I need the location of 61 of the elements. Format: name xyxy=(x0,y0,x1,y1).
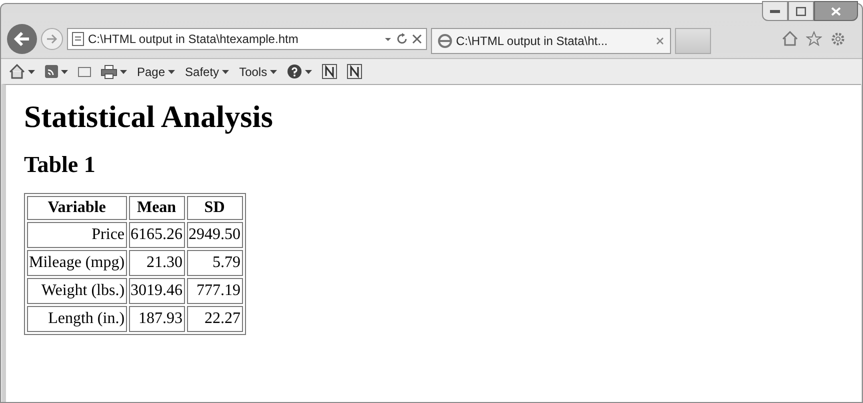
table-cell: 187.93 xyxy=(128,306,185,332)
table-cell: Mileage (mpg) xyxy=(27,250,127,276)
add-on-icon xyxy=(322,64,338,79)
minimize-icon xyxy=(770,9,780,13)
help-icon xyxy=(287,64,302,79)
add-on-icon xyxy=(347,64,362,79)
toolbar-button[interactable] xyxy=(287,64,312,79)
table-cell: Price xyxy=(27,222,127,248)
table-cell: Length (in.) xyxy=(27,306,127,332)
menu-button[interactable]: Tools xyxy=(239,62,278,80)
toolbar-button[interactable] xyxy=(9,64,35,79)
printer-icon xyxy=(101,64,117,78)
maximize-icon xyxy=(796,6,806,16)
table-heading: Table 1 xyxy=(24,151,96,179)
toolbar-button[interactable] xyxy=(45,65,68,78)
column-header: Variable xyxy=(27,196,127,220)
dropdown-caret-icon xyxy=(305,70,312,74)
table-cell: 5.79 xyxy=(186,250,243,276)
browser-tab[interactable]: C:\HTML output in Stata\ht... xyxy=(431,28,671,54)
dropdown-caret-icon xyxy=(28,70,35,74)
menu-button[interactable]: Safety xyxy=(185,62,230,80)
refresh-icon[interactable] xyxy=(396,33,408,45)
back-button[interactable] xyxy=(7,24,37,54)
home-icon[interactable] xyxy=(782,31,798,46)
forward-arrow-icon xyxy=(46,34,58,44)
page-icon xyxy=(72,32,84,46)
home-icon xyxy=(9,64,25,79)
dropdown-caret-icon xyxy=(270,70,278,74)
dropdown-caret-icon xyxy=(120,70,127,74)
page-heading: Statistical Analysis xyxy=(24,99,274,135)
table-cell: 22.27 xyxy=(186,306,243,332)
close-tab-icon[interactable] xyxy=(656,37,664,45)
menu-button[interactable]: Page xyxy=(137,62,176,80)
minimize-button[interactable] xyxy=(762,1,788,21)
browser-logo-icon xyxy=(438,34,452,48)
back-arrow-icon xyxy=(14,32,30,46)
table-cell: 3019.46 xyxy=(128,278,185,304)
settings-icon[interactable] xyxy=(830,31,846,47)
table-cell: 21.30 xyxy=(128,250,185,276)
dropdown-caret-icon xyxy=(222,70,230,74)
mail-icon xyxy=(78,66,91,76)
table-cell: 777.19 xyxy=(186,278,243,304)
dropdown-caret-icon xyxy=(61,70,68,74)
maximize-button[interactable] xyxy=(788,1,814,21)
column-header: Mean xyxy=(128,196,185,220)
column-header: SD xyxy=(186,196,243,220)
close-icon xyxy=(831,6,841,16)
address-text: C:\HTML output in Stata\htexample.htm xyxy=(88,31,300,48)
dropdown-caret-icon[interactable] xyxy=(384,36,392,42)
address-bar[interactable]: C:\HTML output in Stata\htexample.htm xyxy=(67,28,427,50)
toolbar-button[interactable] xyxy=(322,64,338,79)
close-icon[interactable] xyxy=(412,34,422,44)
table-cell: 6165.26 xyxy=(128,222,185,248)
table-cell: Weight (lbs.) xyxy=(27,278,127,304)
close-button[interactable] xyxy=(814,1,858,21)
toolbar-button[interactable] xyxy=(101,64,127,78)
feed-icon xyxy=(45,65,58,78)
table-cell: 2949.50 xyxy=(186,222,243,248)
dropdown-caret-icon xyxy=(168,70,176,74)
toolbar-button[interactable] xyxy=(347,64,362,79)
star-icon[interactable] xyxy=(806,31,822,46)
